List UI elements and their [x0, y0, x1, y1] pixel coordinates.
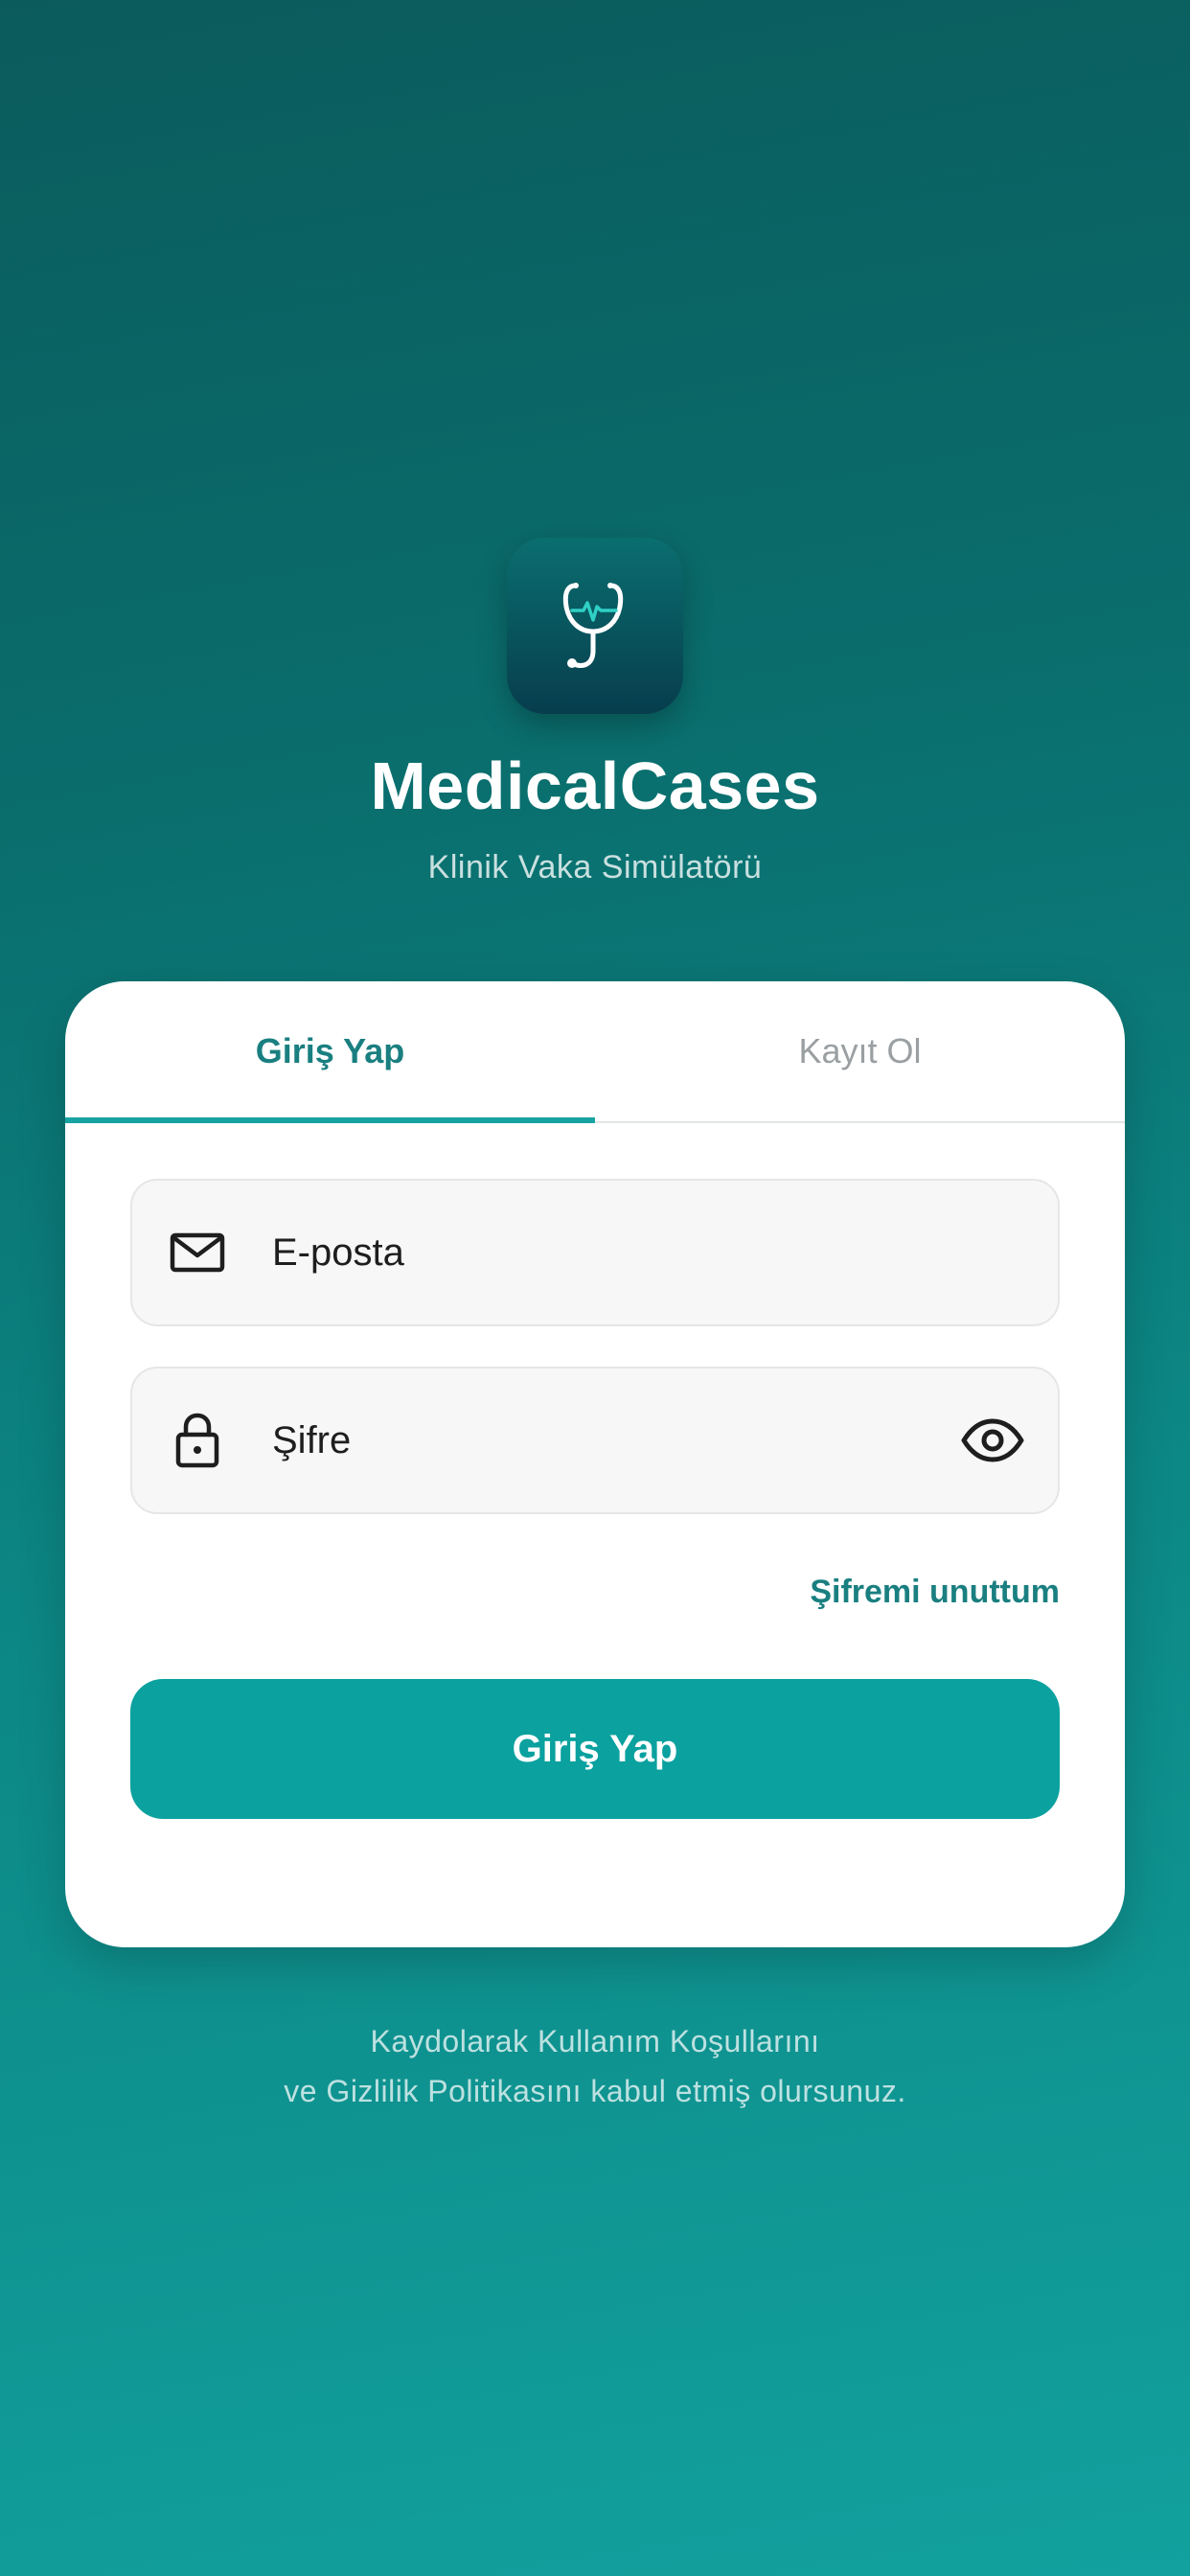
- tab-register[interactable]: Kayıt Ol: [595, 981, 1125, 1121]
- app-title: MedicalCases: [370, 748, 820, 823]
- terms-line-1: Kaydolarak Kullanım Koşullarını: [370, 2024, 820, 2058]
- lock-icon: [175, 1413, 219, 1468]
- forgot-password-link[interactable]: Şifremi unuttum: [810, 1574, 1060, 1611]
- login-button[interactable]: Giriş Yap: [130, 1679, 1060, 1819]
- tab-login[interactable]: Giriş Yap: [65, 981, 595, 1123]
- stethoscope-icon: [562, 583, 624, 668]
- app-subtitle: Klinik Vaka Simülatörü: [427, 849, 763, 886]
- auth-tabs: Giriş Yap Kayıt Ol: [65, 981, 1125, 1123]
- password-field-container: [130, 1367, 1060, 1514]
- eye-icon[interactable]: [960, 1408, 1025, 1473]
- app-logo: [507, 538, 683, 714]
- terms-notice: Kaydolarak Kullanım Koşullarını ve Gizli…: [0, 2016, 1190, 2116]
- email-field-container: [130, 1179, 1060, 1326]
- password-input[interactable]: [272, 1368, 943, 1512]
- email-input[interactable]: [272, 1181, 943, 1324]
- mail-icon: [170, 1232, 225, 1273]
- terms-line-2: ve Gizlilik Politikasını kabul etmiş olu…: [284, 2074, 906, 2108]
- login-card: Giriş Yap Kayıt Ol Şifremi unuttum Giriş…: [65, 981, 1125, 1947]
